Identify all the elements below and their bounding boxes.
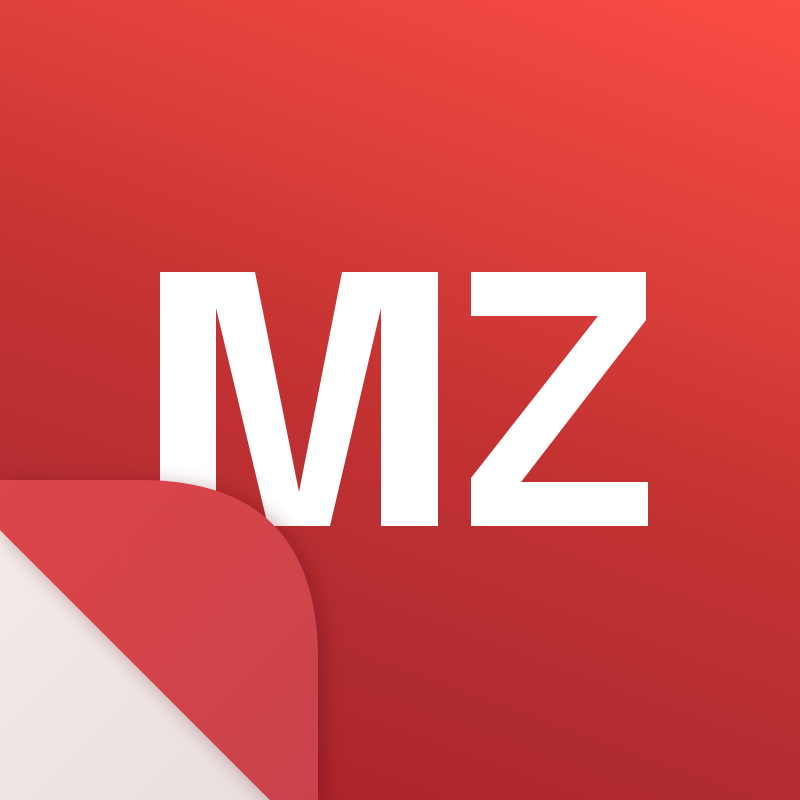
page-curl-corner	[0, 480, 318, 800]
app-icon-tile	[0, 0, 800, 800]
